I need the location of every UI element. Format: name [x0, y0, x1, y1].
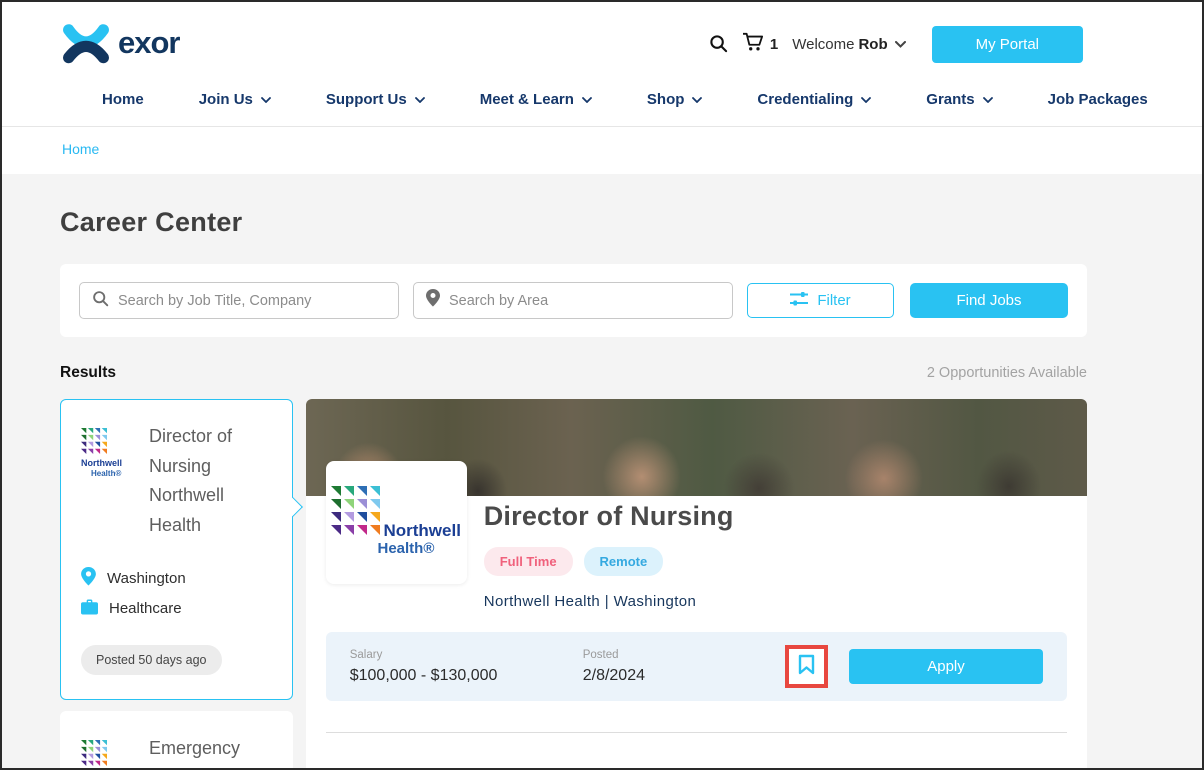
filter-button-label: Filter [817, 292, 850, 309]
job-card-title: Director of Nursing [149, 422, 272, 481]
full-time-badge: Full Time [484, 547, 573, 576]
exor-logo[interactable]: exor [60, 20, 179, 69]
breadcrumb: Home [2, 127, 1202, 174]
job-detail-panel: Northwell Health® Director of Nursing Fu… [306, 399, 1087, 770]
nav-item-home[interactable]: Home [102, 91, 144, 108]
job-facts-bar: Salary $100,000 - $130,000 Posted 2/8/20… [326, 632, 1067, 701]
search-icon [92, 290, 109, 312]
job-card-emergency-room-nurse[interactable]: Northwell Health® Emergency Room Nurse N… [60, 711, 293, 770]
user-name: Rob [858, 36, 887, 53]
area-search-input[interactable] [449, 293, 720, 309]
job-card-director-of-nursing[interactable]: Northwell Health® Director of Nursing No… [60, 399, 293, 700]
posted-value: 2/8/2024 [583, 667, 645, 685]
filter-button[interactable]: Filter [747, 283, 894, 318]
opportunities-count: 2 Opportunities Available [927, 365, 1087, 381]
nav-item-credentialing[interactable]: Credentialing [757, 91, 871, 108]
chevron-down-icon [861, 97, 871, 103]
filter-sliders-icon [790, 292, 808, 310]
exor-logo-icon [60, 20, 112, 69]
exor-logo-text: exor [118, 27, 179, 62]
selected-card-arrow [283, 497, 303, 517]
posted-label: Posted [583, 649, 645, 661]
nav-item-job-packages[interactable]: Job Packages [1048, 91, 1148, 108]
chevron-down-icon [895, 41, 906, 48]
welcome-label: Welcome [792, 36, 854, 53]
page-title: Career Center [60, 207, 1087, 238]
nav-item-grants[interactable]: Grants [926, 91, 992, 108]
my-portal-button[interactable]: My Portal [932, 26, 1083, 63]
remote-badge: Remote [584, 547, 664, 576]
location-pin-icon [426, 289, 440, 312]
breadcrumb-home-link[interactable]: Home [62, 141, 99, 157]
header-search-button[interactable] [709, 34, 728, 56]
job-card-titles: Director of Nursing Northwell Health [149, 422, 272, 541]
posted-ago-badge: Posted 50 days ago [81, 645, 222, 675]
job-card-company: Northwell Health [149, 481, 272, 540]
company-location-line: Northwell Health | Washington [484, 593, 1067, 610]
main-content: Career Center [2, 174, 1202, 770]
section-divider [326, 732, 1067, 733]
salary-value: $100,000 - $130,000 [350, 667, 573, 685]
cart-count-badge: 1 [770, 36, 778, 53]
briefcase-icon [81, 599, 98, 619]
career-center-page: exor 1 Welcome Rob [0, 0, 1204, 770]
site-header: exor 1 Welcome Rob [2, 2, 1202, 174]
search-icon [709, 34, 728, 56]
account-menu[interactable]: Welcome Rob [792, 36, 905, 53]
results-heading: Results [60, 364, 116, 382]
location-pin-icon [81, 567, 96, 590]
nav-item-join-us[interactable]: Join Us [199, 91, 271, 108]
area-search-field [413, 282, 733, 319]
cart-icon [742, 32, 764, 57]
nav-item-shop[interactable]: Shop [647, 91, 703, 108]
northwell-health-logo: Northwell Health® [81, 734, 137, 770]
job-title-search-input[interactable] [118, 293, 386, 309]
salary-label: Salary [350, 649, 573, 661]
bookmark-icon [798, 654, 815, 680]
cart-button[interactable]: 1 [742, 32, 778, 57]
northwell-health-logo-card: Northwell Health® [326, 461, 467, 584]
job-search-bar: Filter Find Jobs [60, 264, 1087, 337]
find-jobs-button[interactable]: Find Jobs [910, 283, 1068, 318]
results-header: Results 2 Opportunities Available [60, 364, 1087, 382]
job-location: Washington [107, 570, 186, 587]
apply-button[interactable]: Apply [849, 649, 1043, 684]
job-title-search-field [79, 282, 399, 319]
chevron-down-icon [261, 97, 271, 103]
job-card-title: Emergency Room Nurse [149, 734, 272, 770]
chevron-down-icon [983, 97, 993, 103]
northwell-health-logo: Northwell Health® [81, 422, 137, 541]
nav-item-meet-learn[interactable]: Meet & Learn [480, 91, 592, 108]
bookmark-button[interactable] [785, 645, 828, 688]
job-card-titles: Emergency Room Nurse Northwell Health [149, 734, 272, 770]
chevron-down-icon [692, 97, 702, 103]
chevron-down-icon [415, 97, 425, 103]
job-industry: Healthcare [109, 600, 182, 617]
main-nav: Home Join Us Support Us Meet & Learn Sho… [2, 79, 1202, 127]
job-results-list: Northwell Health® Director of Nursing No… [60, 399, 293, 770]
nav-item-support-us[interactable]: Support Us [326, 91, 425, 108]
chevron-down-icon [582, 97, 592, 103]
job-detail-title: Director of Nursing [484, 501, 1067, 532]
